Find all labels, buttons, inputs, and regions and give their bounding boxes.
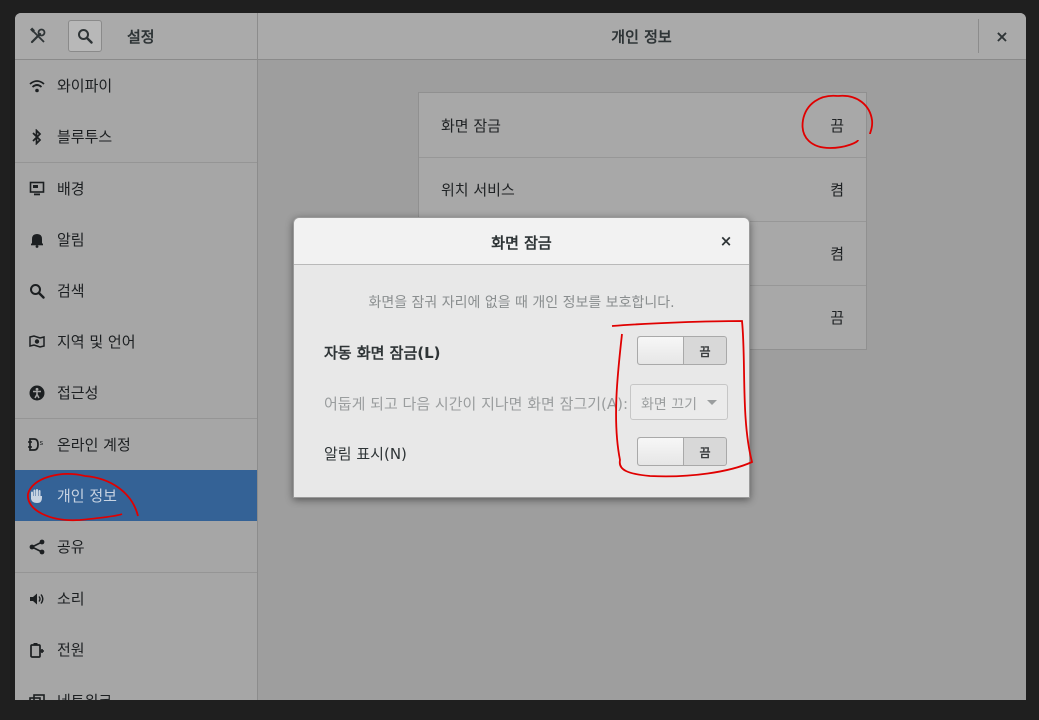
header-left: 설정 [15, 13, 258, 59]
online-accounts-icon: s [27, 435, 47, 455]
sidebar-item-region[interactable]: 지역 및 언어 [15, 316, 257, 367]
notifications-switch[interactable]: 끔 [637, 437, 727, 466]
svg-text:s: s [40, 439, 44, 447]
panel-title: 개인 정보 [611, 28, 672, 46]
sidebar-item-label: 블루투스 [57, 128, 113, 146]
sidebar-item-label: 접근성 [57, 384, 99, 402]
accessibility-icon [27, 383, 47, 403]
sidebar-item-label: 알림 [57, 231, 85, 249]
row-value: 켬 [830, 245, 844, 263]
tools-icon[interactable] [23, 22, 53, 50]
sidebar-item-label: 검색 [57, 282, 85, 300]
sidebar-item-label: 개인 정보 [57, 487, 117, 505]
dialog-title: 화면 잠금 [491, 234, 552, 252]
row-label: 화면 잠금 [441, 117, 501, 135]
dialog-header: 화면 잠금 × [294, 218, 749, 265]
auto-lock-switch[interactable]: 끔 [637, 336, 727, 365]
notifications-label: 알림 표시(N) [324, 445, 407, 463]
bell-icon [27, 230, 47, 250]
dialog-close-button[interactable]: × [714, 230, 738, 252]
power-icon [27, 640, 47, 660]
sidebar-item-wifi[interactable]: 와이파이 [15, 60, 257, 111]
sidebar-item-background[interactable]: 배경 [15, 163, 257, 214]
sidebar-item-privacy[interactable]: 개인 정보 [15, 470, 257, 521]
sidebar-item-label: 온라인 계정 [57, 436, 131, 454]
search-icon [27, 281, 47, 301]
sidebar-item-label: 와이파이 [57, 77, 113, 95]
background-icon [27, 179, 47, 199]
share-icon [27, 537, 47, 557]
header-bar: 설정 개인 정보 × [15, 13, 1026, 60]
sidebar-item-label: 네트워크 [57, 690, 112, 700]
chevron-down-icon [707, 400, 717, 405]
sidebar-item-label: 전원 [57, 641, 85, 659]
sidebar-item-sharing[interactable]: 공유 [15, 521, 257, 572]
sidebar-item-sound[interactable]: 소리 [15, 573, 257, 624]
sidebar-item-online-accounts[interactable]: s 온라인 계정 [15, 419, 257, 470]
privacy-row-screen-lock[interactable]: 화면 잠금 끔 [419, 93, 866, 157]
sidebar-item-network[interactable]: 네트워크 [15, 675, 257, 700]
speaker-icon [27, 589, 47, 609]
dialog-description: 화면을 잠궈 자리에 없을 때 개인 정보를 보호합니다. [368, 295, 675, 311]
switch-state: 끔 [699, 345, 711, 359]
sidebar-item-label: 공유 [57, 538, 85, 556]
network-icon [27, 691, 47, 700]
sidebar-item-bluetooth[interactable]: 블루투스 [15, 111, 257, 162]
region-icon [27, 332, 47, 352]
sidebar-item-label: 배경 [57, 180, 85, 198]
sidebar-item-label: 소리 [57, 590, 85, 608]
auto-lock-label: 자동 화면 잠금(L) [324, 344, 441, 362]
bluetooth-icon [27, 127, 47, 147]
row-value: 끔 [830, 117, 844, 135]
wifi-icon [27, 76, 47, 96]
privacy-row-location[interactable]: 위치 서비스 켬 [419, 157, 866, 221]
hand-icon [27, 486, 47, 506]
combo-value: 화면 끄기 [641, 397, 697, 413]
sidebar: 와이파이 블루투스 배경 알림 검색 지역 및 언어 접근성 s 온라인 계정 … [15, 60, 258, 700]
search-icon [78, 29, 93, 44]
sidebar-item-label: 지역 및 언어 [57, 333, 136, 351]
screen-lock-dialog: 화면 잠금 × 화면을 잠궈 자리에 없을 때 개인 정보를 보호합니다. 자동… [293, 217, 750, 498]
sidebar-item-notifications[interactable]: 알림 [15, 214, 257, 265]
switch-state: 끔 [699, 446, 711, 460]
sidebar-title: 설정 [127, 28, 155, 46]
lock-delay-combo[interactable]: 화면 끄기 [630, 384, 728, 420]
row-value: 켬 [830, 181, 844, 199]
row-value: 끔 [830, 309, 844, 327]
switch-knob [638, 337, 684, 364]
sidebar-item-accessibility[interactable]: 접근성 [15, 367, 257, 418]
row-label: 위치 서비스 [441, 181, 515, 199]
header-separator [978, 19, 979, 53]
sidebar-item-search[interactable]: 검색 [15, 265, 257, 316]
sidebar-item-power[interactable]: 전원 [15, 624, 257, 675]
switch-knob [638, 438, 684, 465]
window-close-button[interactable]: × [990, 25, 1014, 47]
search-button[interactable] [68, 20, 102, 52]
lock-delay-label: 어둡게 되고 다음 시간이 지나면 화면 잠그기(A): [324, 395, 629, 413]
